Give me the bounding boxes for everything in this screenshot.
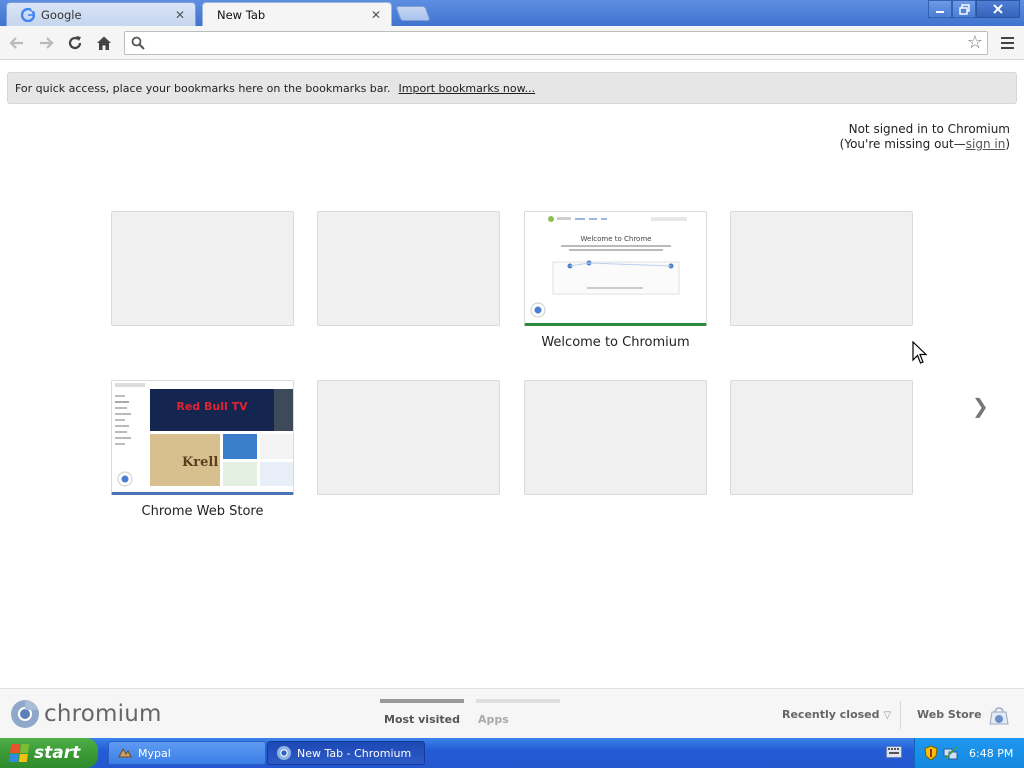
mypal-app-icon (118, 747, 132, 758)
welcome-heading: Welcome to Chrome (581, 235, 652, 243)
omnibox[interactable]: ☆ (124, 31, 988, 55)
most-visited-tile[interactable] (730, 380, 913, 495)
web-store-icon[interactable] (988, 704, 1010, 726)
tile-title-webstore[interactable]: Chrome Web Store (111, 504, 294, 519)
start-label: start (34, 743, 81, 763)
next-page-arrow-icon[interactable]: ❯ (972, 394, 989, 418)
signin-suffix: ) (1005, 137, 1010, 151)
minimize-icon (936, 11, 944, 13)
recently-closed-menu[interactable]: Recently closed ▽ (782, 708, 891, 721)
chevron-down-icon: ▽ (883, 710, 892, 721)
forward-button[interactable] (34, 31, 58, 55)
recently-closed-label: Recently closed (782, 708, 880, 721)
chromium-app-icon (277, 746, 291, 760)
most-visited-tile[interactable] (111, 211, 294, 326)
chrome-menu-button[interactable] (996, 31, 1018, 55)
home-icon (97, 36, 111, 50)
chromium-logo-icon (11, 700, 39, 728)
most-visited-tile[interactable] (524, 380, 707, 495)
taskbar-item-chromium[interactable]: New Tab - Chromium (267, 741, 425, 765)
home-button[interactable] (92, 31, 116, 55)
tab-new-tab[interactable]: New Tab ✕ (202, 2, 392, 27)
system-tray: 6:48 PM (914, 738, 1024, 768)
tab-most-visited[interactable]: Most visited (380, 699, 464, 726)
import-bookmarks-link[interactable]: Import bookmarks now... (399, 82, 536, 95)
start-button[interactable]: start (0, 738, 98, 768)
tile-title-welcome[interactable]: Welcome to Chromium (524, 335, 707, 350)
forward-arrow-icon (40, 37, 54, 49)
back-arrow-icon (9, 37, 23, 49)
window-titlebar: Google ✕ New Tab ✕ (0, 0, 1024, 27)
search-icon (131, 36, 145, 50)
mouse-cursor-icon (912, 341, 928, 364)
browser-toolbar: ☆ (0, 26, 1024, 60)
signin-prompt: (You're missing out—sign in) (840, 137, 1010, 152)
keyboard-language-icon[interactable] (886, 746, 902, 758)
tab-google[interactable]: Google ✕ (6, 2, 196, 26)
os-taskbar: start Mypal New Tab - Chromium 6:48 PM (0, 738, 1024, 768)
clock[interactable]: 6:48 PM (969, 747, 1013, 760)
close-tab-icon[interactable]: ✕ (369, 8, 383, 22)
restore-icon (958, 3, 970, 15)
close-tab-icon[interactable]: ✕ (173, 8, 187, 22)
close-window-button[interactable] (976, 0, 1020, 18)
reload-icon (68, 36, 82, 50)
google-g-icon (21, 7, 35, 22)
bookmarks-bar-promo: For quick access, place your bookmarks h… (7, 72, 1017, 104)
reload-button[interactable] (63, 31, 87, 55)
ntp-footer: chromium Most visited Apps Recently clos… (0, 688, 1024, 738)
tab-title: Google (41, 7, 82, 22)
back-button[interactable] (5, 31, 29, 55)
tab-apps[interactable]: Apps (476, 699, 560, 726)
most-visited-tile[interactable] (317, 380, 500, 495)
task-label: Mypal (138, 746, 171, 760)
bookmarks-bar-message: For quick access, place your bookmarks h… (15, 81, 391, 95)
menu-bar-1 (1000, 37, 1014, 39)
web-store-thumbnail: Red Bull TV Krell (112, 381, 293, 492)
signin-prefix: (You're missing out— (839, 137, 966, 151)
taskbar-item-mypal[interactable]: Mypal (108, 741, 266, 765)
signin-notice: Not signed in to Chromium (You're missin… (840, 122, 1010, 152)
most-visited-tile-webstore[interactable]: Red Bull TV Krell (111, 380, 294, 495)
signin-status: Not signed in to Chromium (848, 122, 1010, 136)
restore-button[interactable] (952, 0, 976, 18)
task-label: New Tab - Chromium (297, 746, 412, 760)
close-icon (993, 4, 1003, 14)
footer-divider (900, 701, 901, 729)
webstore-banner-text: Red Bull TV (176, 400, 248, 413)
minimize-button[interactable] (928, 0, 952, 18)
windows-flag-icon (8, 744, 30, 762)
most-visited-tile[interactable] (317, 211, 500, 326)
most-visited-tile[interactable] (730, 211, 913, 326)
most-visited-tile-welcome[interactable]: Welcome to Chrome (524, 211, 707, 326)
chromium-wordmark: chromium (44, 701, 162, 727)
sign-in-link[interactable]: sign in (966, 137, 1006, 151)
svg-text:Krell: Krell (182, 455, 218, 470)
welcome-page-thumbnail: Welcome to Chrome (525, 212, 706, 323)
menu-bar-3 (1000, 47, 1014, 49)
menu-bar-2 (1000, 42, 1014, 44)
tab-title: New Tab (217, 8, 266, 22)
bookmark-star-icon[interactable]: ☆ (967, 33, 983, 53)
security-shield-icon[interactable] (923, 745, 939, 761)
omnibox-input[interactable] (151, 34, 961, 52)
web-store-link[interactable]: Web Store (917, 708, 982, 721)
network-status-icon[interactable] (943, 745, 959, 761)
new-tab-button[interactable] (395, 6, 431, 21)
